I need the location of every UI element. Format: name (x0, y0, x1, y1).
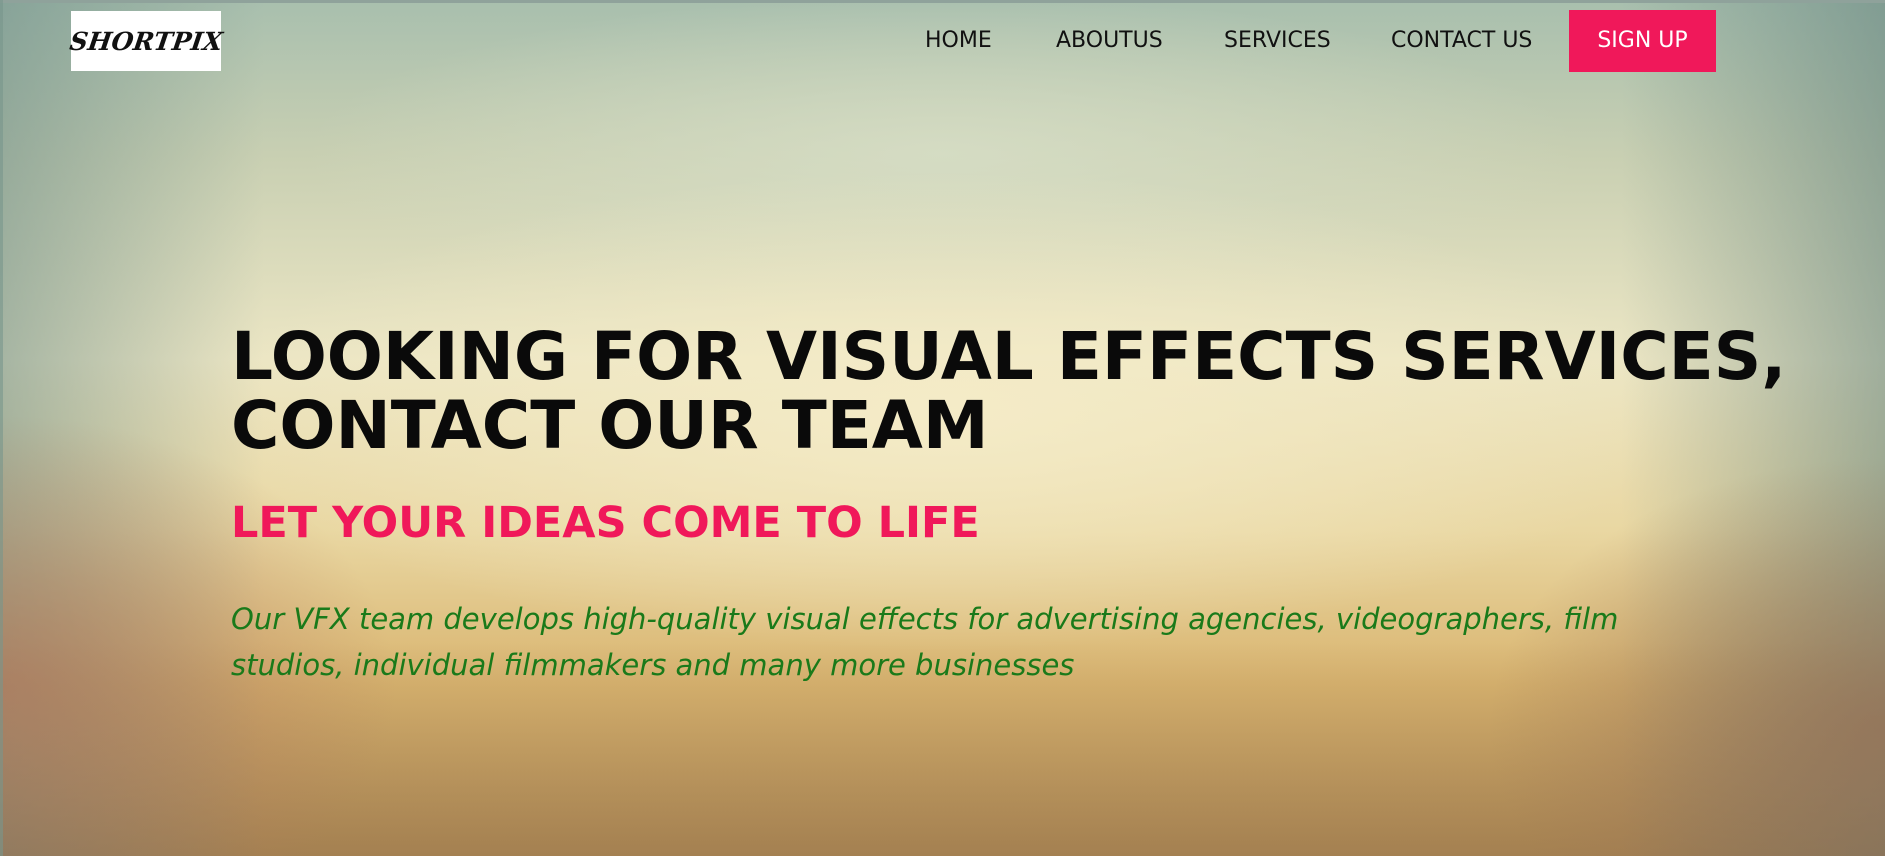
signup-button[interactable]: SIGN UP (1569, 10, 1716, 72)
hero-tagline: LET YOUR IDEAS COME TO LIFE (231, 498, 980, 548)
main-navigation: HOME ABOUTUS SERVICES CONTACT US SIGN UP (0, 10, 1885, 72)
left-border (0, 0, 3, 856)
nav-services-link[interactable]: SERVICES (1224, 10, 1331, 72)
nav-home-link[interactable]: HOME (925, 10, 992, 72)
hero-content: LOOKING FOR VISUAL EFFECTS SERVICES, CON… (231, 322, 1791, 688)
top-border (0, 0, 1885, 3)
headline-line-1: LOOKING FOR VISUAL EFFECTS SERVICES, (231, 318, 1787, 395)
hero-headline: LOOKING FOR VISUAL EFFECTS SERVICES, CON… (231, 322, 1791, 460)
nav-about-link[interactable]: ABOUTUS (1056, 10, 1163, 72)
headline-line-2: CONTACT OUR TEAM (231, 387, 989, 464)
nav-contact-link[interactable]: CONTACT US (1391, 10, 1532, 72)
hero-description: Our VFX team develops high-quality visua… (231, 602, 1619, 682)
